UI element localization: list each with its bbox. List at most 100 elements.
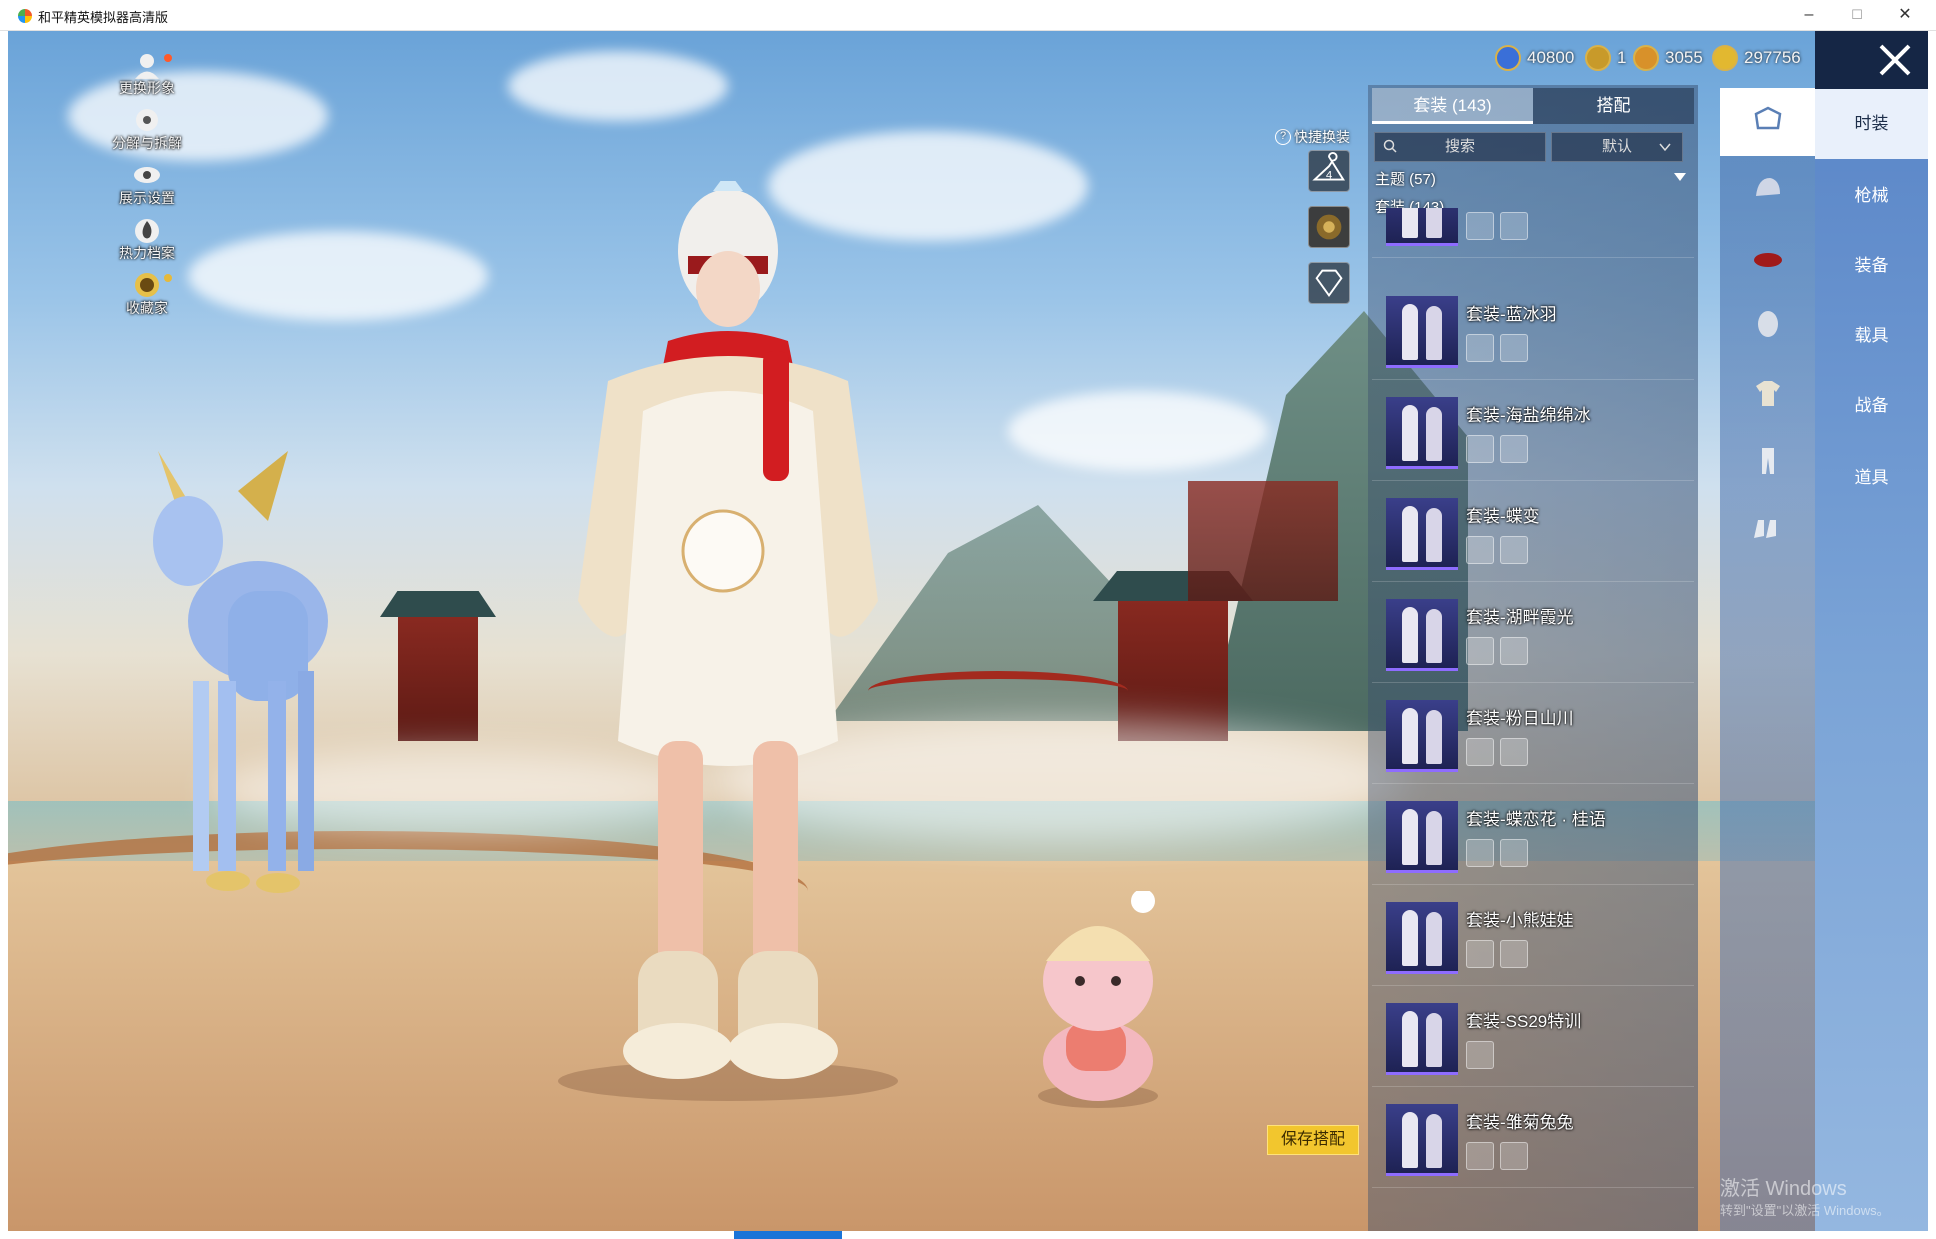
item-name: 套装-湖畔霞光 [1466,608,1574,627]
outfit-icon [1754,106,1782,130]
tower [398,611,478,741]
list-tabs: 套装 (143) 搭配 [1372,88,1694,124]
decompose-button[interactable]: 分解与拆解 [92,105,202,160]
close-icon[interactable] [1875,40,1915,80]
shoes-icon [1754,520,1776,538]
window-title: 和平精英模拟器高清版 [38,10,169,25]
unicorn-mount [153,451,328,893]
category-column: 时装 枪械 装备 载具 战备 道具 [1815,89,1928,1231]
list-item[interactable]: 套装-蓝冰羽 [1372,290,1694,380]
quick-slot-hanger[interactable]: 4 [1308,150,1350,192]
category-vehicles[interactable]: 载具 [1815,301,1928,371]
quick-slot-badge[interactable] [1308,206,1350,248]
list-item[interactable]: 套装-蝶变 [1372,492,1694,582]
menu-label: 分解与拆解 [112,135,182,151]
item-name: 套装-小熊娃娃 [1466,911,1574,930]
list-item[interactable]: 套装-SS29特训 [1372,997,1694,1087]
temple [1188,481,1338,601]
currency-value: 3055 [1665,48,1703,67]
save-outfit-button[interactable]: 保存搭配 [1267,1125,1359,1155]
part-icon [1466,435,1494,463]
part-icon [1466,1041,1494,1069]
notification-dot [164,54,172,62]
item-name: 套装-SS29特训 [1466,1012,1582,1031]
flame-icon [135,219,159,243]
tower-roof [380,591,496,617]
part-icon [1500,940,1528,968]
currency-value: 40800 [1527,48,1575,67]
activation-watermark-sub: 转到"设置"以激活 Windows。 [1720,1203,1890,1218]
mask-icon [1758,311,1778,337]
sort-dropdown[interactable]: 默认 [1551,132,1683,162]
slot-hat[interactable] [1720,224,1815,292]
quick-slot-diamond[interactable] [1308,262,1350,304]
list-item[interactable]: 套装-海盐绵绵冰 [1372,391,1694,481]
outfit-list: 套装-蓝冰羽 套装-海盐绵绵冰 套装-蝶变 套装-湖畔霞光 套装-粉日山川 套装… [1372,208,1694,1228]
category-theme[interactable]: 主题 (57) [1375,168,1436,189]
collector-button[interactable]: 收藏家 [92,270,202,325]
category-equipment[interactable]: 装备 [1815,231,1928,301]
item-thumbnail [1386,902,1458,974]
part-icon [1466,738,1494,766]
currency-gold-coin: 297756 [1712,44,1801,72]
item-thumbnail [1386,1104,1458,1176]
search-input[interactable]: 搜索 [1374,132,1546,162]
slot-helmet[interactable] [1720,156,1815,224]
slot-shoes[interactable] [1720,496,1815,564]
list-item[interactable] [1372,208,1694,258]
currency-value: 1 [1617,48,1627,67]
cloud [508,51,728,121]
tab-suits[interactable]: 套装 (143) [1372,88,1533,124]
item-thumbnail [1386,1003,1458,1075]
part-icon [1500,738,1528,766]
item-thumbnail [1386,498,1458,570]
item-thumbnail [1386,599,1458,671]
list-item[interactable]: 套装-湖畔霞光 [1372,593,1694,683]
category-guns[interactable]: 枪械 [1815,161,1928,231]
slot-icon-column [1720,88,1815,1231]
display-settings-button[interactable]: 展示设置 [92,160,202,215]
part-icon [1466,334,1494,362]
list-item[interactable]: 套装-小熊娃娃 [1372,896,1694,986]
part-icon [1466,536,1494,564]
search-placeholder: 搜索 [1444,138,1475,155]
quick-change[interactable]: ? 快捷换装 [1275,127,1350,147]
top-icon [1756,381,1780,406]
item-thumbnail [1386,397,1458,469]
slot-mask[interactable] [1720,292,1815,360]
minimize-button[interactable]: – [1786,0,1832,31]
tab-match[interactable]: 搭配 [1533,88,1694,124]
gear-icon [136,109,158,131]
pet-companion [1038,891,1158,1108]
part-icon [1466,212,1494,240]
app-window: 和平精英模拟器高清版 – ☐ ✕ 更换形象 分解与拆解 展示设置 热力档案 收藏… [0,0,1936,1239]
quick-change-label: 快捷换装 [1294,129,1350,145]
slot-top[interactable] [1720,360,1815,428]
list-item[interactable]: 套装-粉日山川 [1372,694,1694,784]
currency-value: 297756 [1744,48,1801,67]
coupon-icon [1495,45,1521,71]
activation-watermark: 激活 Windows [1720,1178,1847,1200]
category-props[interactable]: 道具 [1815,443,1928,513]
heat-archive-button[interactable]: 热力档案 [92,215,202,270]
category-combat-gear[interactable]: 战备 [1815,371,1928,441]
left-menu: 更换形象 分解与拆解 展示设置 热力档案 收藏家 [92,50,202,325]
helmet-icon [1756,178,1780,196]
help-icon: ? [1275,129,1291,145]
dropdown-caret-icon[interactable] [1674,173,1686,181]
change-avatar-button[interactable]: 更换形象 [92,50,202,105]
part-icon [1500,212,1528,240]
slot-outfit[interactable] [1720,88,1815,156]
category-fashion[interactable]: 时装 [1815,89,1928,159]
part-icon [1500,839,1528,867]
app-logo-icon [18,9,32,23]
item-thumbnail [1386,208,1458,246]
window-close-button[interactable]: ✕ [1882,0,1928,31]
slot-pants[interactable] [1720,428,1815,496]
maximize-button[interactable]: ☐ [1834,0,1880,31]
avatar-icon [135,54,159,79]
list-item[interactable]: 套装-蝶恋花 · 桂语 [1372,795,1694,885]
list-item[interactable]: 套装-雏菊兔兔 [1372,1098,1694,1188]
svg-text:4: 4 [1326,170,1333,182]
hat-icon [1754,253,1782,267]
